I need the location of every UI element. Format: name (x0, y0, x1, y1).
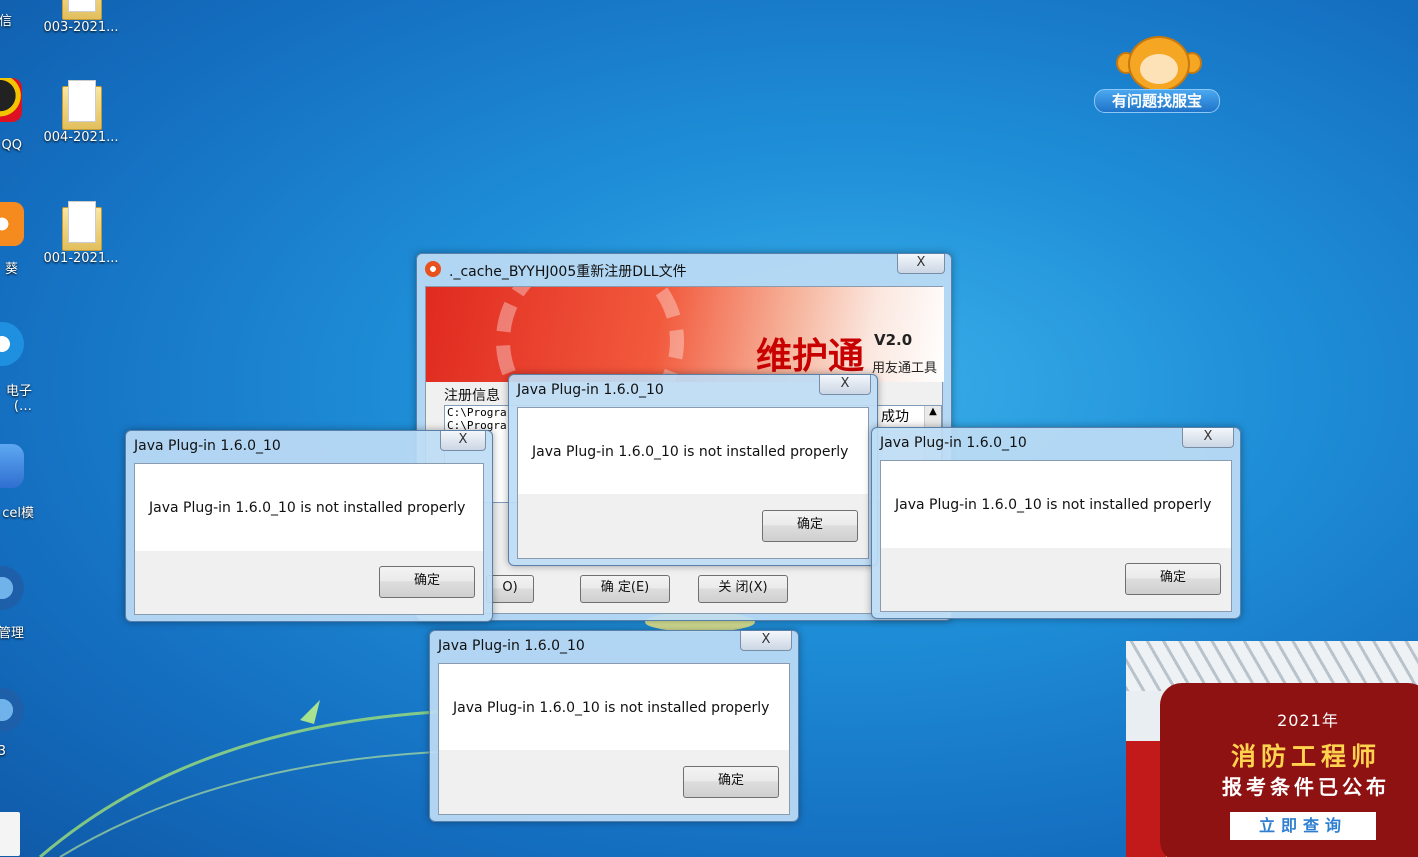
qq-icon[interactable] (0, 78, 22, 122)
document-app-icon[interactable] (0, 812, 20, 856)
dialog-message: Java Plug-in 1.6.0_10 is not installed p… (453, 700, 770, 716)
desktop-folder-001[interactable]: 001-2021... (36, 201, 126, 266)
desktop-icon-label: 信 (0, 14, 12, 29)
desktop-folder-003[interactable]: 003-2021... (36, 0, 126, 35)
dialog-close-button[interactable]: X (1182, 428, 1234, 448)
excel-template-app-icon[interactable] (0, 444, 24, 488)
dialog-client: Java Plug-in 1.6.0_10 is not installed p… (134, 463, 484, 615)
registration-group-label: 注册信息 (444, 385, 500, 405)
java-plugin-dialog[interactable]: Java Plug-in 1.6.0_10 X Java Plug-in 1.6… (429, 630, 799, 822)
close-x-button[interactable]: 关 闭(X) (698, 575, 788, 603)
java-plugin-dialog[interactable]: Java Plug-in 1.6.0_10 X Java Plug-in 1.6… (508, 374, 878, 566)
desktop-icon-label: 葵 (4, 262, 18, 277)
desktop-icon-label: 电子 (5, 384, 32, 399)
brand-subtitle: 用友通工具 (872, 361, 938, 376)
partial-left-button[interactable]: O) (486, 575, 534, 603)
dialog-title: Java Plug-in 1.6.0_10 (134, 438, 281, 454)
confirm-e-button[interactable]: 确 定(E) (580, 575, 670, 603)
folder-icon (62, 0, 102, 20)
dialog-client: Java Plug-in 1.6.0_10 is not installed p… (517, 407, 869, 559)
close-icon: X (761, 632, 771, 647)
desktop-icon-partial-6[interactable]: 管理 (0, 622, 24, 641)
close-icon: X (840, 376, 850, 391)
desktop-icon-label: 3 (0, 744, 6, 759)
ad-headline: 消防工程师 (1230, 742, 1381, 771)
app-gear-icon (425, 261, 441, 277)
dialog-close-button[interactable]: X (440, 431, 486, 451)
database-app-icon[interactable] (0, 688, 24, 732)
dialog-ok-button[interactable]: 确定 (762, 510, 858, 542)
desktop-icon-partial-3[interactable]: 葵 (0, 258, 18, 277)
desktop-icon-label: QQ (1, 138, 22, 153)
dialog-title: Java Plug-in 1.6.0_10 (880, 435, 1027, 451)
dialog-close-button[interactable]: X (740, 631, 792, 651)
folder-icon (62, 80, 102, 130)
desktop-icon-partial-1[interactable]: 信 (0, 10, 12, 29)
desktop-icon-label: 管理 (0, 626, 24, 641)
folder-label: 001-2021... (43, 251, 119, 266)
dialog-close-button[interactable]: X (819, 375, 871, 395)
desktop-icon-qq[interactable]: QQ (0, 138, 22, 153)
manager-app-icon[interactable] (0, 566, 24, 610)
close-icon: X (458, 432, 468, 447)
dialog-ok-button[interactable]: 确定 (1125, 563, 1221, 595)
monkey-mascot-icon (1128, 36, 1190, 92)
fire-engineer-ad[interactable]: 2021年 消防工程师 报考条件已公布 立即查询 (1126, 641, 1418, 857)
dialog-message: Java Plug-in 1.6.0_10 is not installed p… (532, 444, 849, 460)
e-invoice-app-icon[interactable] (0, 322, 24, 366)
dialog-message: Java Plug-in 1.6.0_10 is not installed p… (895, 497, 1212, 513)
banner-gear-graphic (496, 287, 684, 382)
desktop-icon-label-2: (… (13, 399, 32, 414)
dialog-message-area: Java Plug-in 1.6.0_10 is not installed p… (518, 408, 868, 494)
app-banner: 维护通 V2.0 用友通工具 (426, 287, 944, 382)
ad-query-button[interactable]: 立即查询 (1230, 812, 1376, 840)
sunflower-app-icon[interactable] (0, 202, 24, 246)
folder-icon (62, 201, 102, 251)
desktop-icon-partial-4[interactable]: 电子 (… (0, 380, 32, 414)
window-title: ._cache_BYYHJ005重新注册DLL文件 (449, 264, 687, 280)
desktop-folder-004[interactable]: 004-2021... (36, 80, 126, 145)
dialog-title: Java Plug-in 1.6.0_10 (438, 638, 585, 654)
dialog-client: Java Plug-in 1.6.0_10 is not installed p… (880, 460, 1232, 612)
log-status: 成功 (881, 409, 909, 425)
java-plugin-dialog[interactable]: Java Plug-in 1.6.0_10 X Java Plug-in 1.6… (125, 430, 493, 622)
dialog-ok-button[interactable]: 确定 (683, 766, 779, 798)
help-mascot-widget[interactable]: 有问题找服宝 (1094, 36, 1220, 116)
brand-title: 维护通 (756, 335, 865, 377)
dialog-client: Java Plug-in 1.6.0_10 is not installed p… (438, 663, 790, 815)
folder-label: 004-2021... (43, 130, 119, 145)
desktop-icon-label: cel模 (2, 506, 34, 521)
desktop-icon-partial-7[interactable]: 3 (0, 744, 6, 759)
dialog-title: Java Plug-in 1.6.0_10 (517, 382, 664, 398)
close-icon: X (1203, 429, 1213, 444)
dialog-message-area: Java Plug-in 1.6.0_10 is not installed p… (881, 461, 1231, 548)
dialog-message-area: Java Plug-in 1.6.0_10 is not installed p… (439, 664, 789, 750)
folder-label: 003-2021... (43, 20, 119, 35)
dialog-message: Java Plug-in 1.6.0_10 is not installed p… (149, 500, 466, 516)
version-label: V2.0 (874, 331, 913, 349)
java-plugin-dialog[interactable]: Java Plug-in 1.6.0_10 X Java Plug-in 1.6… (871, 427, 1241, 619)
close-icon: X (916, 255, 926, 270)
desktop-icon-partial-5[interactable]: cel模 (0, 502, 34, 521)
dialog-message-area: Java Plug-in 1.6.0_10 is not installed p… (135, 464, 483, 551)
help-mascot-label: 有问题找服宝 (1094, 89, 1220, 113)
window-close-button[interactable]: X (897, 254, 945, 274)
ad-year: 2021年 (1277, 711, 1339, 730)
dialog-ok-button[interactable]: 确定 (379, 566, 475, 598)
ad-subheadline: 报考条件已公布 (1222, 775, 1390, 799)
